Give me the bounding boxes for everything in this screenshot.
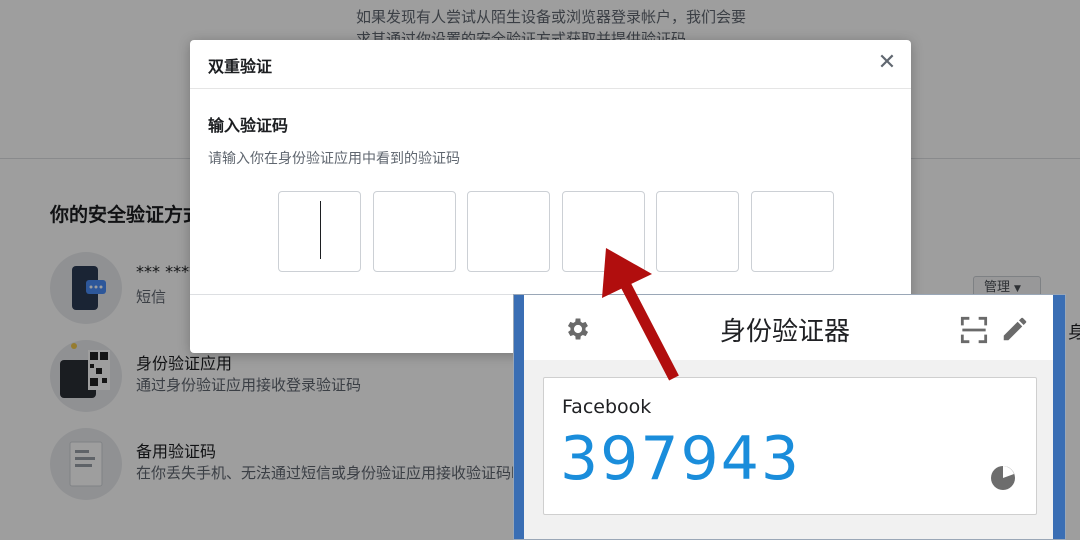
code-digit-3[interactable] — [467, 191, 550, 272]
code-digit-2[interactable] — [373, 191, 456, 272]
text-cursor — [320, 201, 321, 259]
pencil-icon[interactable] — [1000, 314, 1030, 344]
scan-icon[interactable] — [960, 316, 988, 344]
gear-icon[interactable] — [564, 315, 592, 343]
account-card[interactable]: Facebook 397943 — [543, 377, 1037, 515]
verification-code: 397943 — [560, 424, 802, 494]
enter-code-hint: 请输入你在身份验证应用中看到的验证码 — [208, 151, 460, 167]
timer-icon — [991, 466, 1015, 490]
dialog-header: 双重验证 ✕ — [190, 40, 911, 89]
enter-code-heading: 输入验证码 — [208, 116, 289, 135]
arrow-annotation — [602, 248, 679, 381]
dialog-title: 双重验证 — [208, 57, 273, 76]
account-name: Facebook — [562, 396, 652, 418]
authenticator-title: 身份验证器 — [720, 317, 851, 347]
code-digit-6[interactable] — [751, 191, 834, 272]
close-icon[interactable]: ✕ — [876, 52, 898, 74]
